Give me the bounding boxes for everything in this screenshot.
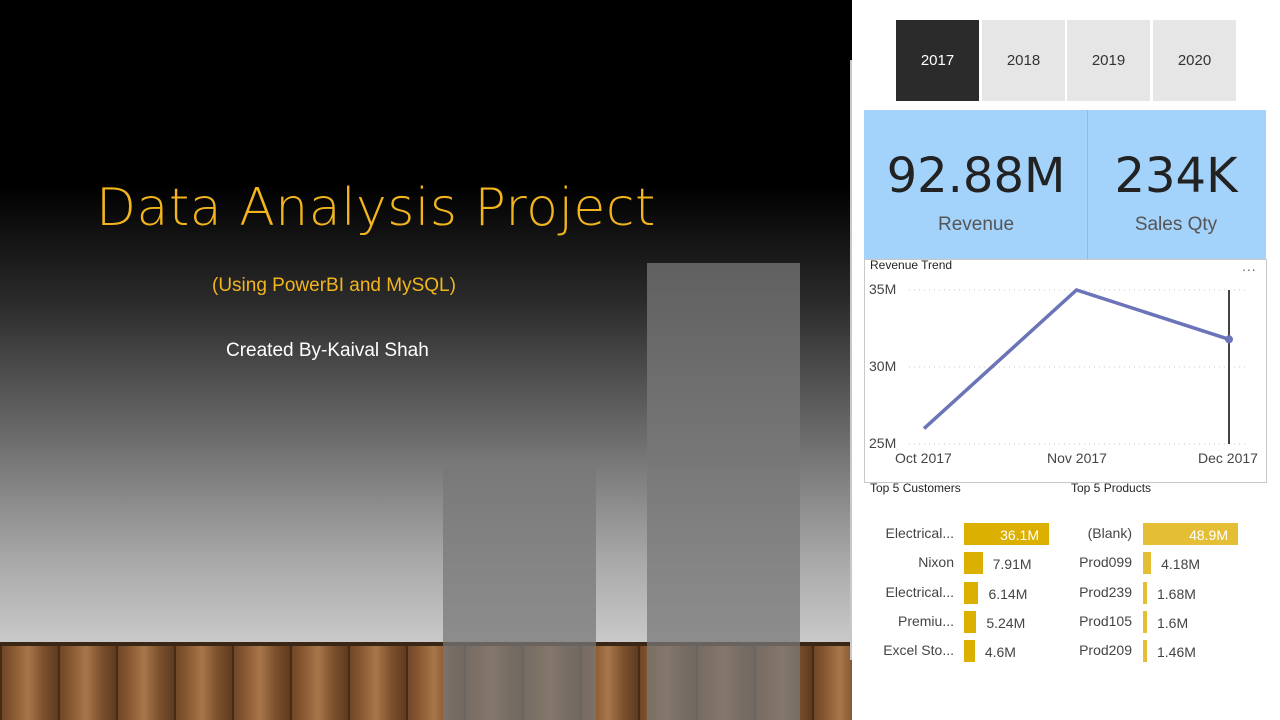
bar-data-label: 7.91M [992,556,1032,573]
bar-category-label: Prod209 [1079,642,1132,659]
sales-qty-kpi-value: 234K [1114,148,1238,204]
bar-category-label: Excel Sto... [883,642,954,659]
slide-subtitle: (Using PowerBI and MySQL) [212,275,456,296]
bar[interactable] [1143,581,1147,604]
year-slicer-2018[interactable]: 2018 [982,20,1065,101]
bar-data-label: 6.14M [988,585,1028,602]
slide-title: Data Analysis Project [96,178,656,238]
decorative-bar-tall [647,263,800,720]
bar-category-label: (Blank) [1087,525,1132,541]
bar-data-label: 4.6M [984,644,1016,661]
bar-category-label: Prod105 [1079,612,1132,629]
revenue-kpi-label: Revenue [937,214,1015,235]
bar-data-label: 1.68M [1157,585,1196,602]
revenue-series-line [922,288,1230,430]
bar-category-label: Premiu... [897,612,954,629]
bar-data-label: 1.6M [1157,614,1189,631]
slide-creator: Created By-Kaival Shah [226,340,429,361]
bar-data-label: 5.24M [986,614,1026,631]
decorative-bar-short [443,466,596,720]
bar-category-label: Electrical... [885,583,954,600]
bar[interactable] [964,610,977,633]
presentation-slide: Data Analysis Project (Using PowerBI and… [0,0,1280,720]
top-customers-title: Top 5 Customers [870,481,961,495]
bar-category-label: Nixon [918,554,954,571]
bar-category-label: Prod099 [1079,554,1132,571]
bar[interactable] [964,581,979,604]
bar-data-label: 4.18M [1161,556,1201,573]
top-products-title: Top 5 Products [1071,481,1152,495]
year-slicer-2019[interactable]: 2019 [1067,20,1150,101]
bar-category-label: Electrical... [885,525,954,541]
bar[interactable] [1143,640,1147,663]
bar[interactable] [964,552,983,575]
sales-qty-kpi-label: Sales Qty [1134,214,1218,235]
bar[interactable] [1143,552,1152,575]
bar-category-label: Prod239 [1079,583,1132,600]
bar[interactable] [964,640,975,663]
bar[interactable] [1143,610,1147,633]
revenue-trend-plot [909,288,1249,445]
data-point[interactable] [1225,335,1233,344]
bar-data-label: 1.46M [1157,644,1196,661]
revenue-kpi-value: 92.88M [886,148,1066,204]
year-slicer-2020[interactable]: 2020 [1153,20,1236,101]
year-slicer-2017[interactable]: 2017 [896,20,979,101]
bar-data-label: 48.9M [1189,527,1228,543]
bar-data-label: 36.1M [1000,527,1039,543]
